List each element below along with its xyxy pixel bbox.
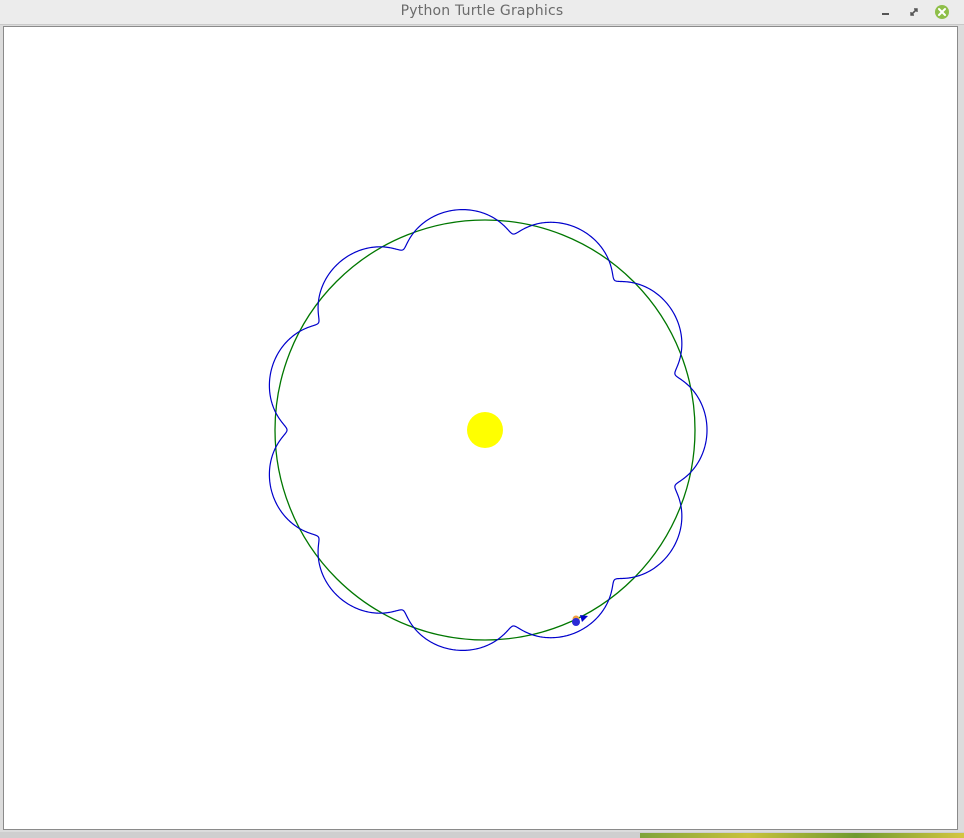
title-bar[interactable]: Python Turtle Graphics [0,0,964,25]
window-title: Python Turtle Graphics [400,3,564,19]
minimize-icon[interactable] [878,4,894,20]
turtle-window: Python Turtle Graphics [0,0,964,838]
turtle-cursor-icon [580,615,588,622]
close-icon[interactable] [934,4,950,20]
earth-dot [572,618,580,626]
drawing-area [268,208,708,652]
turtle-canvas[interactable] [3,26,958,830]
desktop-wallpaper-peek [640,833,964,838]
maximize-icon[interactable] [906,4,922,20]
sun-dot [467,412,503,448]
